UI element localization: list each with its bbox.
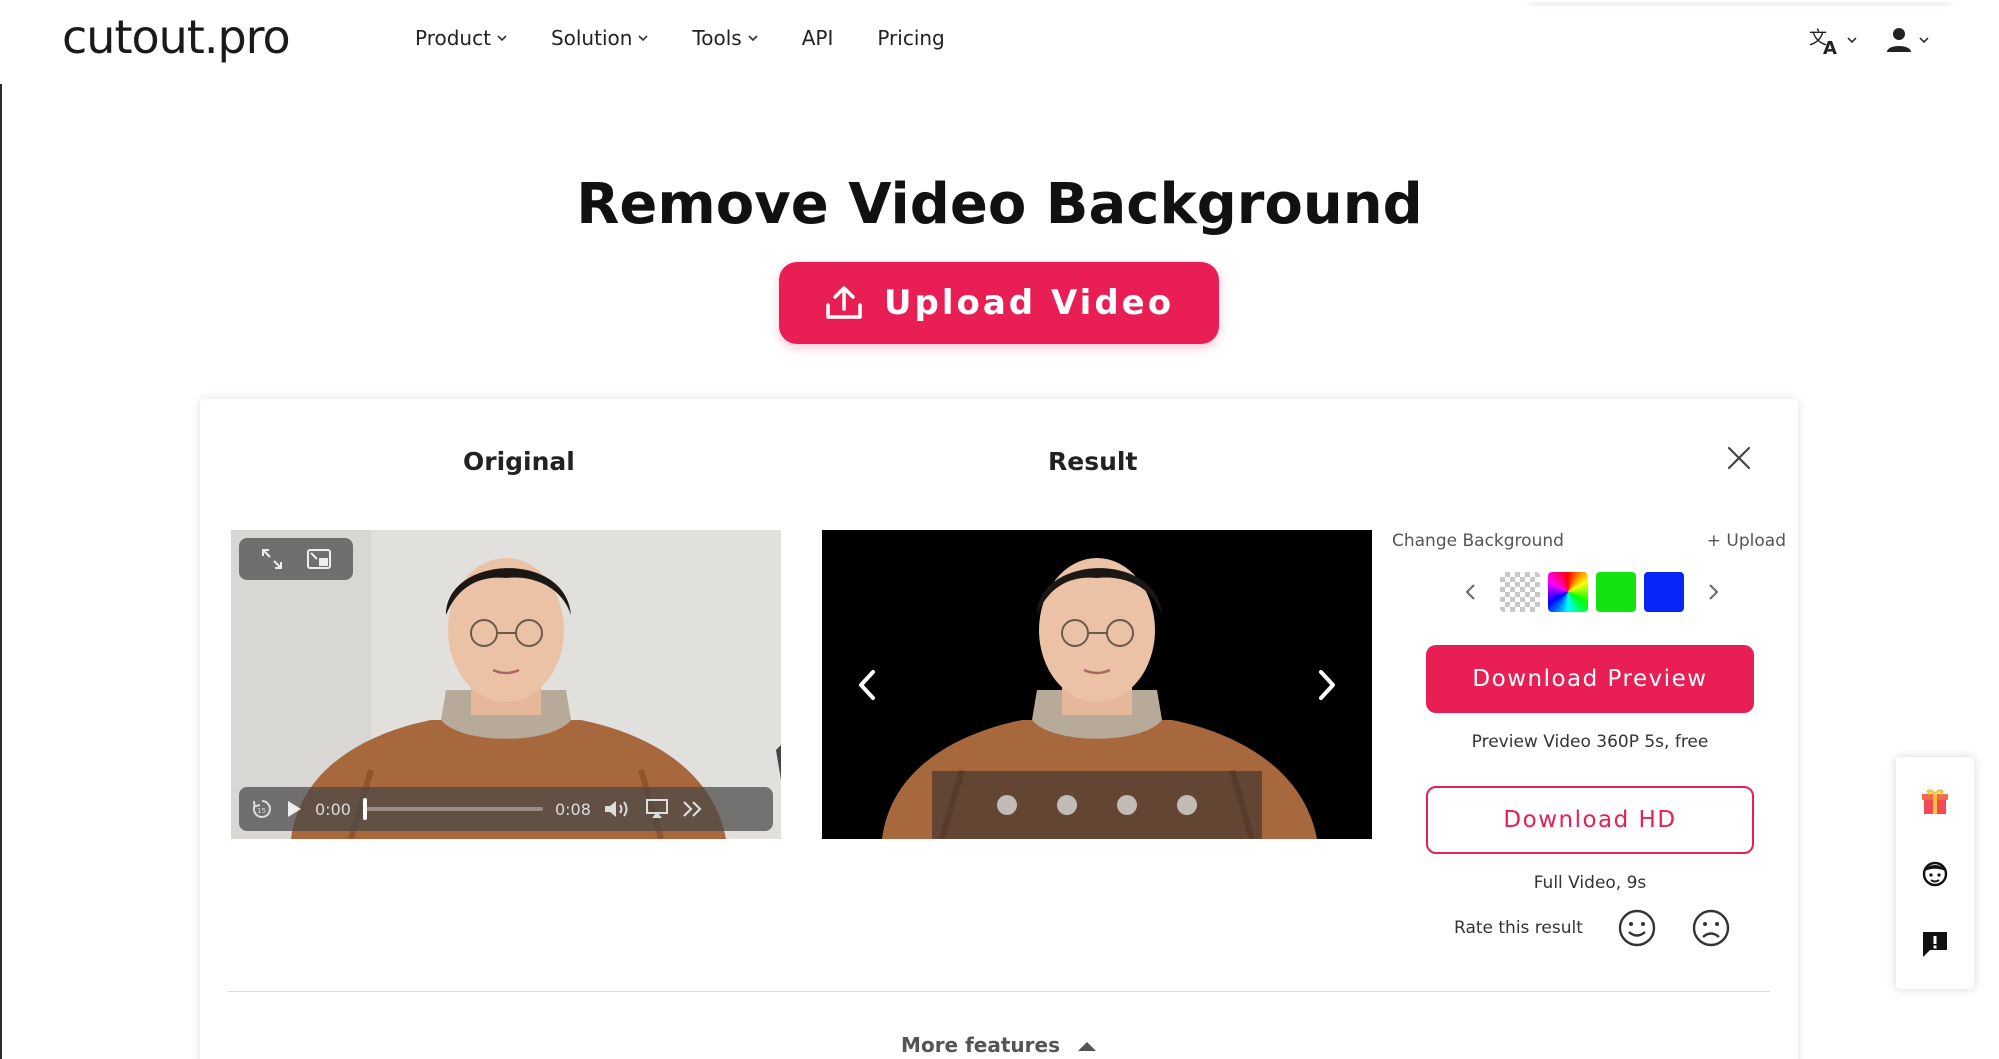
chevron-down-icon (1847, 37, 1857, 44)
download-hd-button[interactable]: Download HD (1426, 786, 1754, 854)
nav-solution-label: Solution (550, 26, 633, 50)
background-upload-label: Upload (1726, 531, 1786, 551)
page-title: Remove Video Background (576, 172, 1423, 237)
fast-forward-icon[interactable] (681, 799, 705, 819)
support-agent-icon[interactable] (1920, 858, 1950, 888)
carousel-dot[interactable] (1057, 795, 1077, 815)
account-menu[interactable] (1885, 26, 1929, 54)
chevron-right-icon[interactable] (1702, 581, 1724, 603)
swatch-green[interactable] (1596, 572, 1636, 612)
original-video-player[interactable]: 15 0:00 0:08 (231, 530, 781, 839)
chevron-down-icon (497, 35, 507, 42)
nav-api-label: API (801, 26, 834, 50)
main-nav: Product Solution Tools API Pricing (415, 26, 989, 50)
floating-widget (1896, 757, 1974, 989)
play-icon[interactable] (285, 799, 303, 819)
player-top-controls (239, 538, 353, 580)
rating-row: Rate this result (1454, 908, 1731, 948)
swatch-transparent[interactable] (1500, 572, 1540, 612)
more-features-toggle[interactable]: More features (200, 1033, 1798, 1057)
nav-product-label: Product (415, 26, 491, 50)
nav-pricing-label: Pricing (877, 26, 945, 50)
header-actions: 文 A (1809, 24, 1929, 56)
language-menu[interactable]: 文 A (1809, 24, 1857, 56)
rewind-15-icon[interactable]: 15 (251, 798, 273, 820)
chevron-down-icon (1919, 37, 1929, 44)
nav-solution[interactable]: Solution (551, 26, 648, 50)
picture-in-picture-icon[interactable] (307, 549, 331, 569)
nav-product[interactable]: Product (415, 26, 507, 50)
carousel-prev-icon[interactable] (856, 668, 878, 702)
feedback-icon[interactable] (1920, 929, 1950, 959)
nav-tools-label: Tools (692, 26, 742, 50)
current-time: 0:00 (315, 799, 351, 819)
carousel-dots (932, 771, 1262, 839)
fullscreen-icon[interactable] (261, 548, 283, 570)
download-preview-button[interactable]: Download Preview (1426, 645, 1754, 713)
plus-icon: + (1706, 531, 1727, 551)
user-icon (1887, 28, 1911, 52)
player-controls: 15 0:00 0:08 (239, 787, 773, 831)
gift-icon[interactable] (1920, 787, 1950, 817)
swatch-color-picker[interactable] (1548, 572, 1588, 612)
nav-pricing[interactable]: Pricing (877, 26, 944, 50)
carousel-dot[interactable] (1117, 795, 1137, 815)
result-title: Result (1048, 447, 1138, 476)
frown-icon[interactable] (1691, 908, 1731, 948)
progress-bar[interactable] (362, 798, 543, 820)
close-icon[interactable] (1726, 445, 1752, 471)
carousel-dot[interactable] (997, 795, 1017, 815)
result-card: Original Result 15 0:00 0:08 Change Back… (200, 399, 1798, 1059)
preview-note: Preview Video 360P 5s, free (1471, 732, 1709, 752)
volume-icon[interactable] (603, 798, 633, 820)
original-title: Original (463, 447, 575, 476)
translate-icon: 文 A (1809, 28, 1837, 56)
caret-up-icon (1077, 1042, 1096, 1051)
site-logo[interactable]: cutout.pro (62, 10, 291, 64)
result-video-preview[interactable] (822, 530, 1372, 839)
carousel-next-icon[interactable] (1316, 668, 1338, 702)
airplay-icon[interactable] (645, 798, 669, 820)
header-shadow (1530, 0, 1950, 2)
chevron-left-icon[interactable] (1460, 581, 1482, 603)
card-divider (228, 991, 1770, 992)
background-swatches (1450, 572, 1734, 612)
chevron-down-icon (638, 35, 648, 42)
hd-note: Full Video, 9s (1533, 873, 1647, 893)
change-background-label: Change Background (1392, 531, 1564, 551)
top-header: cutout.pro Product Solution Tools API Pr… (0, 0, 1999, 84)
nav-tools[interactable]: Tools (692, 26, 758, 50)
upload-video-button[interactable]: Upload Video (779, 262, 1219, 344)
swatch-blue[interactable] (1644, 572, 1684, 612)
nav-api[interactable]: API (802, 26, 834, 50)
background-upload-link[interactable]: + Upload (1707, 531, 1786, 551)
rate-label: Rate this result (1454, 918, 1583, 938)
svg-text:15: 15 (257, 807, 266, 815)
upload-video-label: Upload Video (883, 283, 1175, 323)
chevron-down-icon (748, 35, 758, 42)
svg-text:A: A (1823, 38, 1837, 56)
smile-icon[interactable] (1617, 908, 1657, 948)
duration: 0:08 (554, 799, 591, 819)
progress-knob[interactable] (362, 798, 367, 820)
more-features-label: More features (901, 1033, 1060, 1057)
upload-icon (826, 286, 862, 319)
carousel-dot[interactable] (1177, 795, 1197, 815)
